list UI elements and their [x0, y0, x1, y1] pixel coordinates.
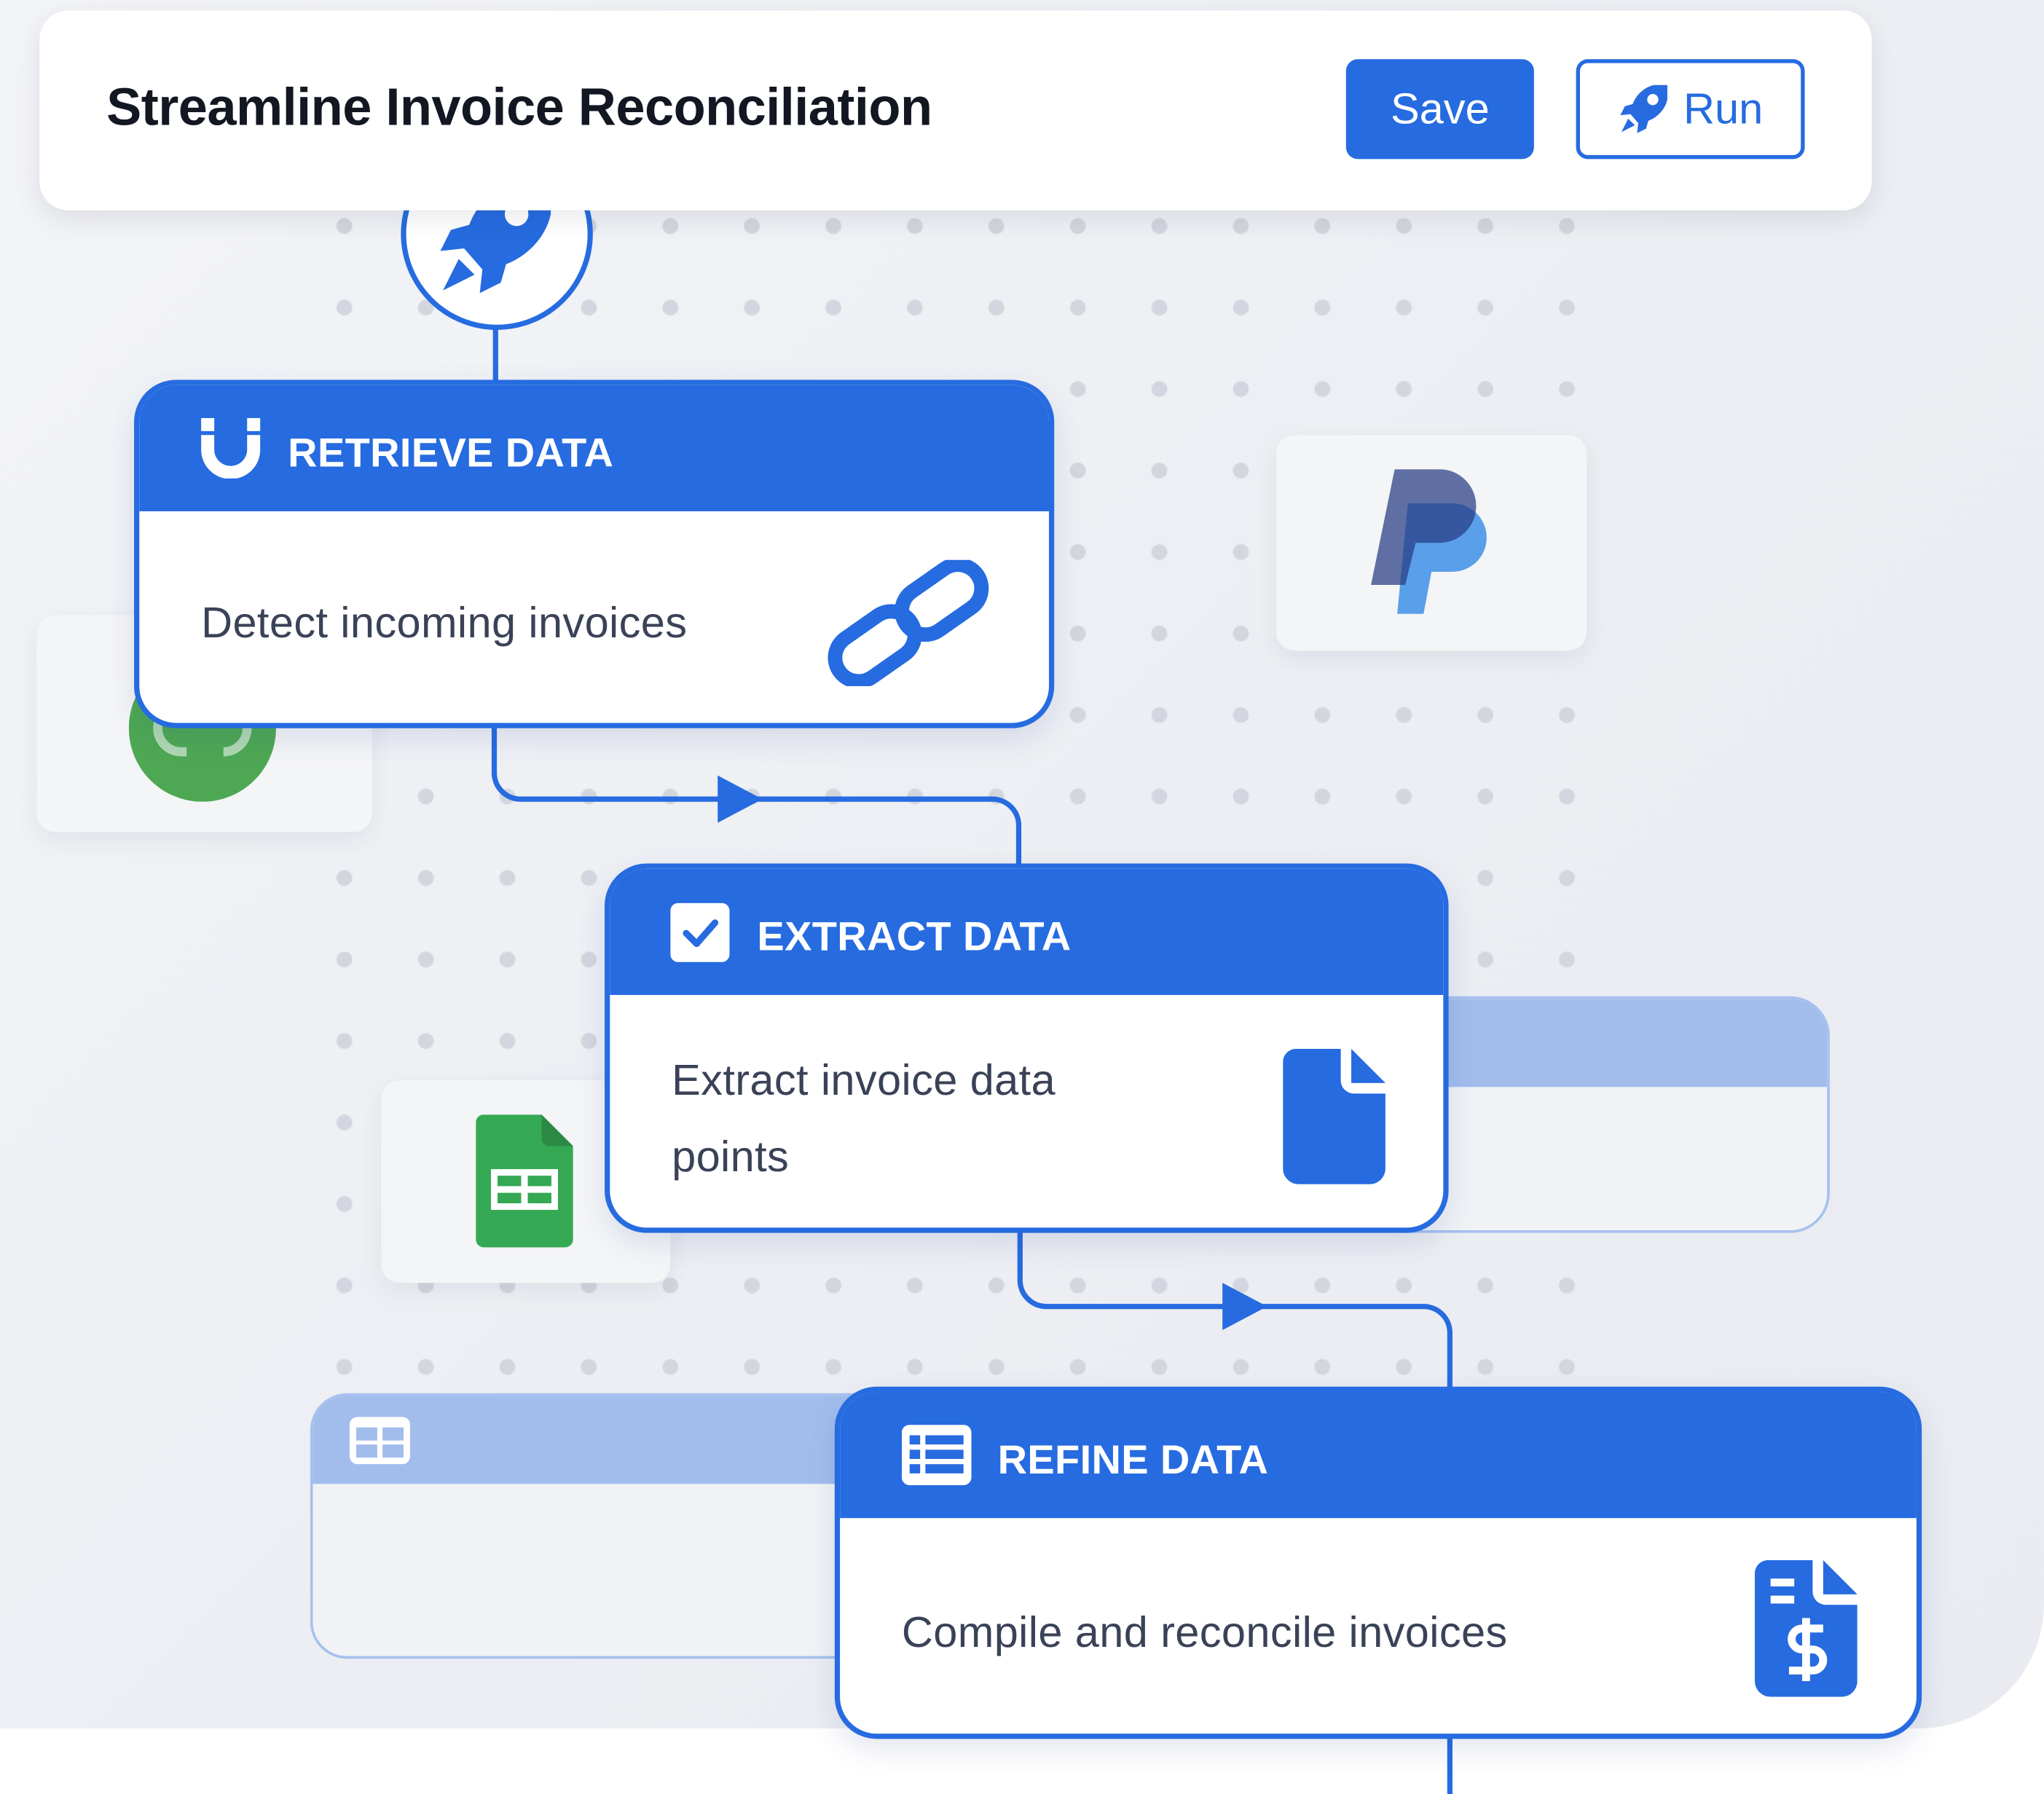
step-title: REFINE DATA — [997, 1436, 1269, 1483]
step-description: Extract invoice data points — [672, 1042, 1056, 1195]
step-description: Compile and reconcile invoices — [901, 1607, 1508, 1656]
run-button-label: Run — [1683, 84, 1764, 133]
checkbox-icon — [670, 902, 730, 962]
save-button[interactable]: Save — [1345, 59, 1534, 160]
page-title: Streamline Invoice Reconciliation — [106, 79, 932, 137]
workflow-header-bar: Streamline Invoice Reconciliation Save R… — [39, 10, 1872, 211]
step-title: RETRIEVE DATA — [288, 430, 614, 476]
link-icon — [828, 559, 989, 686]
step-title: EXTRACT DATA — [757, 913, 1072, 960]
rocket-icon — [1619, 84, 1667, 133]
flow-arrow-icon — [718, 775, 763, 823]
step-extract-data[interactable]: EXTRACT DATA Extract invoice data points — [605, 863, 1449, 1233]
invoice-dollar-icon — [1755, 1559, 1858, 1697]
step-description: Detect incoming invoices — [201, 598, 688, 647]
document-icon — [1283, 1048, 1385, 1184]
step-retrieve-data[interactable]: RETRIEVE DATA Detect incoming invoices — [134, 379, 1055, 728]
step-description-line: Extract invoice data — [672, 1055, 1056, 1104]
table-list-icon — [901, 1425, 972, 1486]
run-button[interactable]: Run — [1576, 59, 1805, 160]
flow-arrow-icon — [1222, 1283, 1267, 1331]
magnet-icon — [201, 417, 261, 479]
step-description-line: points — [672, 1131, 790, 1181]
workflow-builder: RETRIEVE DATA Detect incoming invoices E… — [0, 0, 2044, 1794]
step-refine-data[interactable]: REFINE DATA Compile and reconcile invoic… — [834, 1386, 1922, 1739]
